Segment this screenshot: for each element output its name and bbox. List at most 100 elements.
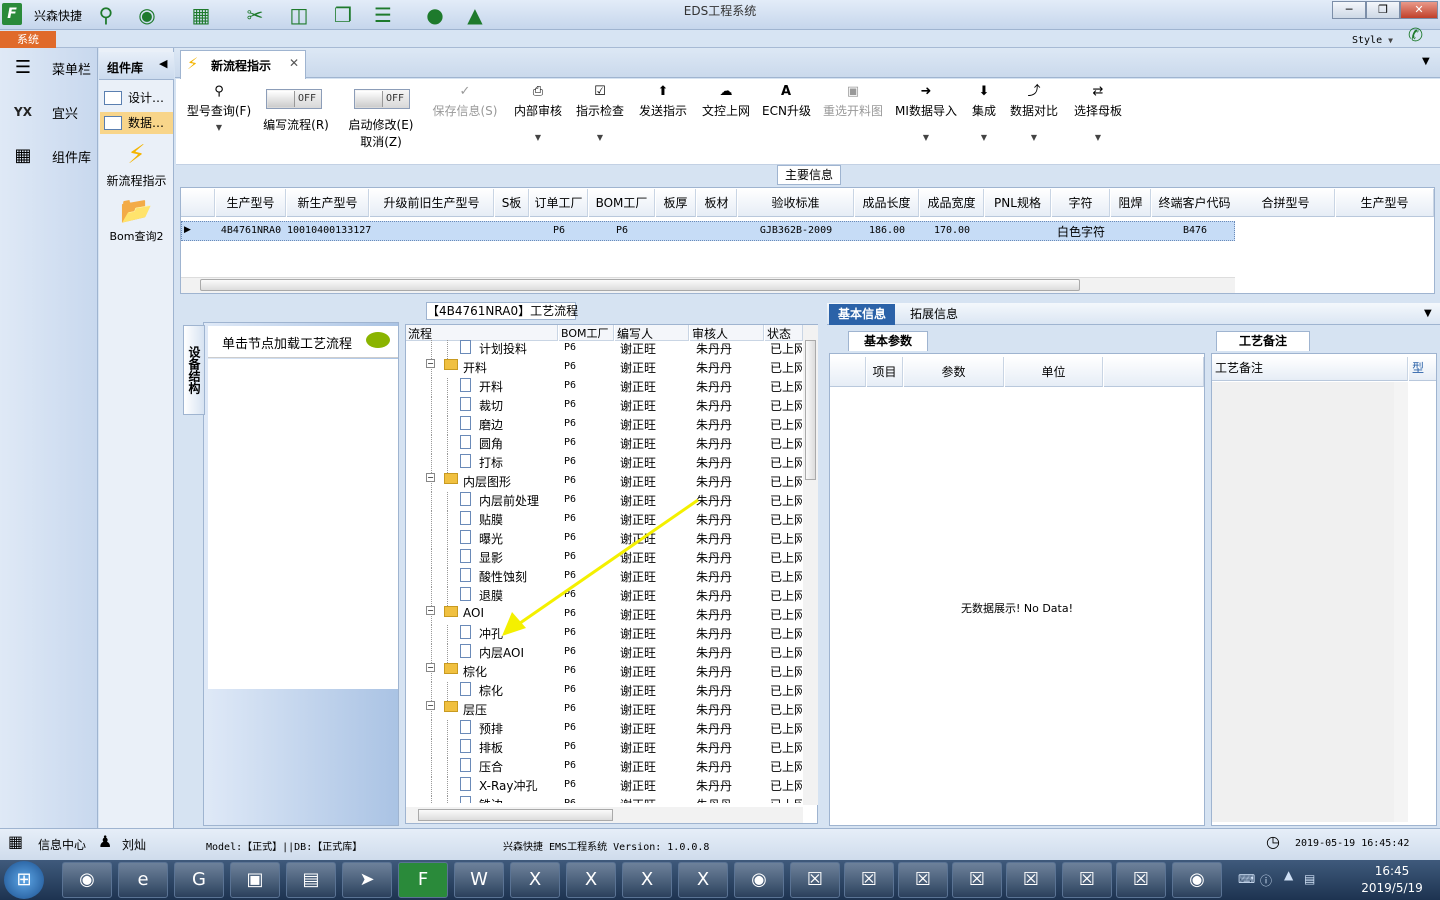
keyboard-icon[interactable]: ⌨ [1238, 872, 1255, 886]
tool-new-flow[interactable]: ⚡ 新流程指示 [100, 138, 173, 189]
tree-row[interactable]: 铣边 P6 谢正旺 朱丹丹 已上网 [406, 795, 804, 803]
tool-bom-query[interactable]: 📂 Bom查询2 [100, 194, 173, 244]
integrate-button[interactable]: ⬇ 集成 ▼ [966, 82, 1002, 142]
start-modify-toggle[interactable]: OFF [354, 89, 410, 109]
taskbar-fish-icon[interactable]: ◉ [1172, 862, 1222, 898]
grid-header[interactable]: 阻焊 [1111, 189, 1151, 217]
tab-new-flow[interactable]: ⚡ 新流程指示 ✕ [180, 50, 306, 79]
restore-button[interactable]: ❐ [1366, 1, 1400, 19]
grid-cell[interactable]: 10010400133127 [287, 225, 371, 236]
tab-basic-info[interactable]: 基本信息 [829, 304, 895, 325]
grid-cell[interactable]: 170.00 [920, 225, 984, 236]
select-mother-button[interactable]: ⇄ 选择母板 ▼ [1072, 82, 1124, 142]
taskbar-x-icon[interactable]: ☒ [844, 862, 894, 898]
dropdown-icon[interactable]: ▼ [894, 133, 958, 142]
ecn-upgrade-button[interactable]: A ECN升级 [762, 82, 811, 119]
nav-component-lib[interactable]: ▦ 组件库 [0, 134, 98, 178]
taskbar-bird-icon[interactable]: ➤ [342, 862, 392, 898]
help-icon[interactable]: ⓘ [1260, 872, 1272, 889]
scrollbar-thumb[interactable] [418, 809, 613, 821]
taskbar-x-icon[interactable]: ☒ [898, 862, 948, 898]
grid-cell[interactable]: P6 [530, 225, 588, 236]
notes-col-header[interactable]: 工艺备注 [1212, 357, 1408, 381]
minimize-button[interactable]: ─ [1332, 1, 1366, 19]
grid-header[interactable]: 板厚 [656, 189, 696, 217]
collapse-icon[interactable]: − [426, 606, 435, 615]
dropdown-icon[interactable]: ▼ [1072, 133, 1124, 142]
grid-header[interactable]: 验收标准 [738, 189, 854, 217]
grid-header[interactable]: 订单工厂 [530, 189, 588, 217]
tree-row[interactable]: 打标 P6 谢正旺 朱丹丹 已上网 [406, 453, 804, 473]
grid-cell[interactable]: B476 [1152, 225, 1238, 236]
scrollbar-thumb[interactable] [200, 279, 1080, 291]
grid-header[interactable]: BOM工厂 [589, 189, 655, 217]
taskbar-eds-icon[interactable]: F [398, 862, 448, 898]
taskbar-excel-icon[interactable]: X [566, 862, 616, 898]
phone-icon[interactable]: ✆ [1408, 25, 1423, 46]
comp-item-data[interactable]: 数据… [100, 112, 173, 134]
grid-cell[interactable]: 186.00 [855, 225, 919, 236]
panel-menu-icon[interactable]: ▼ [1424, 308, 1432, 319]
notes-vertical-scrollbar[interactable] [1394, 382, 1408, 822]
nav-yixing[interactable]: YX 宜兴 [0, 90, 98, 134]
tree-row[interactable]: 预排 P6 谢正旺 朱丹丹 已上网 [406, 719, 804, 739]
dropdown-icon[interactable]: ▼ [966, 133, 1002, 142]
grid-header[interactable]: 字符 [1052, 189, 1110, 217]
grid-cell[interactable]: GJB362B-2009 [738, 225, 854, 236]
cancel-label[interactable]: 取消(Z) [346, 133, 416, 150]
grid-header[interactable]: 合拼型号 [1237, 189, 1335, 217]
close-icon[interactable]: ✕ [289, 56, 299, 70]
grid-header[interactable]: 生产型号 [216, 189, 286, 217]
reselect-cut-button[interactable]: ▣ 重选开料图 [820, 82, 886, 119]
grid-header[interactable]: 成品长度 [855, 189, 919, 217]
grid-header[interactable]: PNL规格 [985, 189, 1051, 217]
taskbar-x-icon[interactable]: ☒ [1006, 862, 1056, 898]
tree-row[interactable]: − 棕化 P6 谢正旺 朱丹丹 已上网 [406, 662, 804, 682]
taskbar-save-icon[interactable]: ▣ [230, 862, 280, 898]
params-col-header[interactable]: 单位 [1005, 357, 1103, 387]
nav-menu-bar[interactable]: ☰ 菜单栏 [0, 46, 98, 90]
tree-row[interactable]: − 内层图形 P6 谢正旺 朱丹丹 已上网 [406, 472, 804, 492]
comp-item-design[interactable]: 设计… [100, 87, 173, 109]
instruct-check-button[interactable]: ☑ 指示检查 ▼ [574, 82, 626, 142]
tree-row[interactable]: 圆角 P6 谢正旺 朱丹丹 已上网 [406, 434, 804, 454]
tree-row[interactable]: 压合 P6 谢正旺 朱丹丹 已上网 [406, 757, 804, 777]
tab-extended-info[interactable]: 拓展信息 [899, 304, 969, 325]
tree-row[interactable]: 开料 P6 谢正旺 朱丹丹 已上网 [406, 377, 804, 397]
taskbar-doc-icon[interactable]: ▤ [286, 862, 336, 898]
tree-row[interactable]: 裁切 P6 谢正旺 朱丹丹 已上网 [406, 396, 804, 416]
info-center-link[interactable]: 信息中心 [38, 836, 86, 853]
taskbar-x-icon[interactable]: ☒ [1116, 862, 1166, 898]
taskbar-fish-icon[interactable]: ◉ [734, 862, 784, 898]
taskbar-excel-icon[interactable]: X [622, 862, 672, 898]
dropdown-icon[interactable]: ▼ [512, 133, 564, 142]
network-icon[interactable]: ▤ [1304, 872, 1315, 886]
grid-cell[interactable]: P6 [589, 225, 655, 236]
tree-row[interactable]: 内层AOI P6 谢正旺 朱丹丹 已上网 [406, 643, 804, 663]
internal-review-button[interactable]: ⎙ 内部审核 ▼ [512, 82, 564, 142]
tree-row[interactable]: 计划投料 P6 谢正旺 朱丹丹 已上网 [406, 339, 804, 359]
tray-expand-icon[interactable]: ▲ [1284, 868, 1293, 882]
grid-header[interactable]: 生产型号 [1336, 189, 1434, 217]
tree-row[interactable]: 棕化 P6 谢正旺 朱丹丹 已上网 [406, 681, 804, 701]
taskbar-x-icon[interactable]: ☒ [790, 862, 840, 898]
tree-row[interactable]: X-Ray冲孔 P6 谢正旺 朱丹丹 已上网 [406, 776, 804, 796]
send-instruct-button[interactable]: ⬆ 发送指示 [637, 82, 689, 119]
taskbar-x-icon[interactable]: ☒ [952, 862, 1002, 898]
collapse-icon[interactable]: − [426, 701, 435, 710]
data-compare-button[interactable]: ⤴ 数据对比 ▼ [1008, 82, 1060, 142]
params-col-header[interactable]: 参数 [904, 357, 1004, 387]
taskbar-word-icon[interactable]: W [454, 862, 504, 898]
doc-upload-button[interactable]: ☁ 文控上网 [700, 82, 752, 119]
tree-row[interactable]: 磨边 P6 谢正旺 朱丹丹 已上网 [406, 415, 804, 435]
taskbar-app-g-icon[interactable]: G [174, 862, 224, 898]
style-dropdown[interactable]: Style ▼ [1352, 35, 1393, 46]
grid-header[interactable]: S板 [495, 189, 529, 217]
write-flow-toggle[interactable]: OFF [266, 89, 322, 109]
collapse-icon[interactable]: − [426, 359, 435, 368]
taskbar-excel-icon[interactable]: X [678, 862, 728, 898]
mi-import-button[interactable]: ➜ MI数据导入 ▼ [894, 82, 958, 142]
collapse-icon[interactable]: ◀ [159, 57, 167, 70]
grid-header[interactable]: 新生产型号 [287, 189, 369, 217]
notes-col-header[interactable]: 型 [1409, 357, 1436, 381]
